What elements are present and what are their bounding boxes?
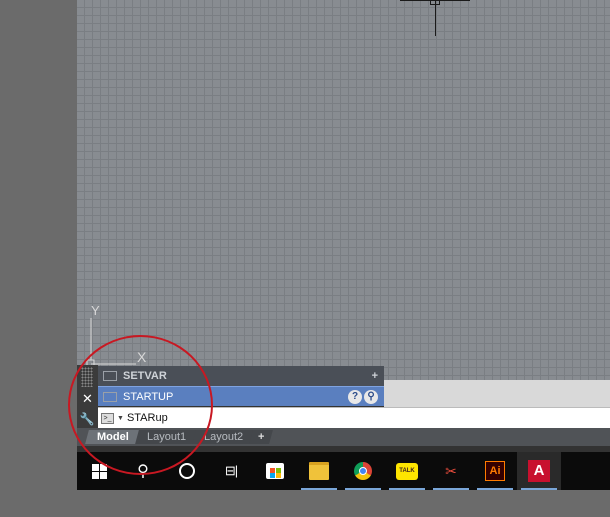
crosshair-vertical: [435, 0, 436, 36]
expand-icon[interactable]: +: [372, 370, 378, 382]
taskbar-autocad[interactable]: A: [517, 452, 561, 490]
command-help-buttons: ? ⚲: [348, 389, 378, 404]
command-input[interactable]: >_ ▼ STARup: [98, 407, 610, 428]
tab-model[interactable]: Model: [85, 430, 141, 444]
scissors-icon: ✂: [445, 463, 457, 479]
command-history-item-setvar[interactable]: SETVAR +: [98, 366, 384, 386]
taskbar-illustrator[interactable]: Ai: [473, 452, 517, 490]
taskbar-store[interactable]: [253, 452, 297, 490]
folder-icon: [309, 462, 329, 480]
tab-label: Layout2: [203, 431, 244, 443]
wrench-icon[interactable]: 🔧: [79, 411, 95, 427]
web-search-icon[interactable]: ⚲: [364, 389, 378, 404]
start-button[interactable]: [77, 452, 121, 490]
command-icon: [103, 371, 117, 381]
tab-layout2[interactable]: Layout2: [192, 430, 255, 444]
autocad-icon: A: [528, 460, 550, 482]
command-line-grip-icon[interactable]: [81, 367, 93, 387]
cortana-button[interactable]: [165, 452, 209, 490]
layout-tab-bar: Model Layout1 Layout2 +: [77, 428, 610, 446]
command-prompt-icon[interactable]: >_: [101, 412, 114, 424]
search-button[interactable]: ⚲: [121, 452, 165, 490]
command-icon: [103, 391, 117, 402]
ucs-y-label: Y: [91, 303, 100, 318]
command-history-label: STARTUP: [123, 390, 174, 403]
task-view-button[interactable]: ⊟|: [209, 452, 253, 490]
cortana-icon: [179, 463, 195, 479]
taskbar-file-explorer[interactable]: [297, 452, 341, 490]
tab-label: Layout1: [146, 431, 186, 443]
store-icon: [266, 463, 284, 479]
taskbar-chrome[interactable]: [341, 452, 385, 490]
ucs-icon: Y X: [86, 303, 147, 368]
chevron-down-icon[interactable]: ▼: [117, 415, 124, 422]
tab-label: Model: [97, 431, 129, 443]
help-icon[interactable]: ?: [348, 389, 362, 404]
windows-taskbar: ⚲ ⊟| TALK ✂ Ai A: [77, 452, 610, 490]
add-layout-label: +: [258, 431, 265, 443]
kakaotalk-icon: TALK: [396, 462, 418, 480]
chrome-icon: [354, 462, 372, 480]
crosshair-pickbox: [430, 0, 440, 5]
command-input-text: STARup: [126, 412, 168, 424]
windows-icon: [91, 463, 107, 479]
command-history-item-startup[interactable]: STARTUP ? ⚲: [98, 386, 384, 406]
search-icon: ⚲: [137, 463, 149, 480]
taskbar-snipping-tool[interactable]: ✂: [429, 452, 473, 490]
taskbar-kakaotalk[interactable]: TALK: [385, 452, 429, 490]
illustrator-icon: Ai: [485, 461, 505, 481]
command-history-label: SETVAR: [123, 370, 167, 382]
ucs-x-label: X: [137, 349, 147, 365]
tab-layout1[interactable]: Layout1: [134, 430, 198, 444]
close-icon[interactable]: ✕: [77, 391, 98, 407]
command-history-area: [384, 380, 610, 407]
task-view-icon: ⊟|: [224, 463, 238, 478]
add-layout-button[interactable]: +: [249, 430, 274, 444]
